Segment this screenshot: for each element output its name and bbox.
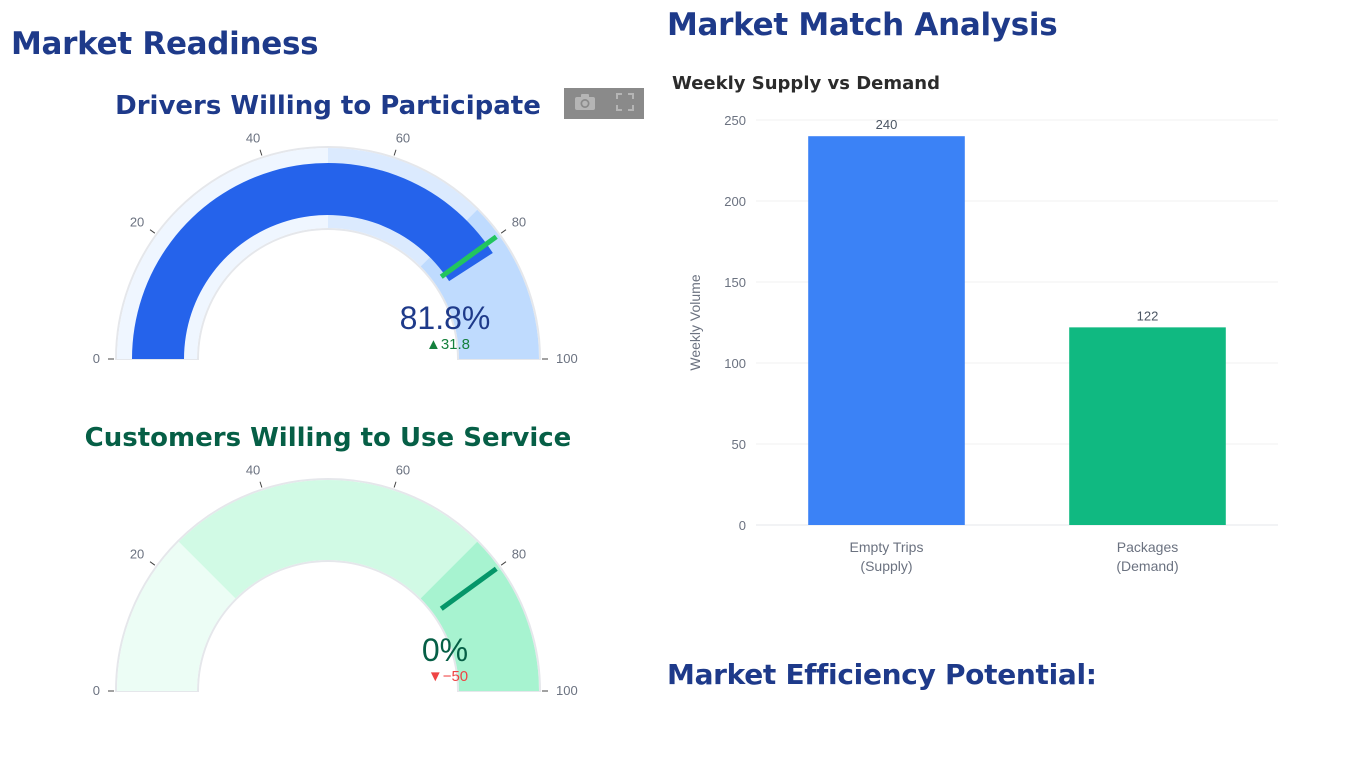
bar-chart: 0 50 100 150 200 250 Weekly Volume 240 Empty Tri…: [687, 113, 1278, 574]
gauge-title: Drivers Willing to Participate: [115, 91, 541, 121]
market-readiness-heading: Market Readiness: [11, 26, 319, 62]
gauge-tick: [149, 229, 156, 234]
gauge-tick-label: 20: [130, 215, 144, 230]
gauge-tick-label: 40: [246, 462, 260, 477]
gauge-delta: ▼−50: [428, 668, 468, 685]
gauge-tick: [500, 229, 507, 234]
gauge-tick-label: 100: [556, 683, 578, 698]
gauge-tick-label: 20: [130, 547, 144, 562]
gauge-svg: 0 20 40 60 80 100 81.8%▲31.8: [93, 130, 578, 366]
y-tick-label: 200: [724, 194, 746, 209]
gauge-tick: [149, 561, 156, 566]
bar: [1069, 327, 1226, 525]
y-tick-label: 0: [739, 518, 746, 533]
x-tick-label: (Supply): [860, 558, 912, 574]
y-tick-label: 100: [724, 356, 746, 371]
market-match-heading: Market Match Analysis: [667, 7, 1058, 43]
x-tick-label: Empty Trips: [850, 539, 924, 555]
gauge-tick: [259, 149, 263, 156]
gauge-tick: [393, 149, 397, 156]
gauge-tick-label: 40: [246, 130, 260, 145]
y-axis-label: Weekly Volume: [687, 274, 703, 370]
gauge-tick: [393, 481, 397, 488]
y-tick-label: 50: [732, 437, 746, 452]
chart-title: Weekly Supply vs Demand: [672, 73, 940, 94]
gauge-number: 81.8%: [400, 300, 491, 336]
gauge-title: Customers Willing to Use Service: [84, 423, 572, 453]
gauge-tick-label: 0: [93, 351, 100, 366]
gauge-tick: [500, 561, 507, 566]
gauge-tick-label: 100: [556, 351, 578, 366]
gauge-tick-label: 60: [396, 130, 410, 145]
fullscreen-icon[interactable]: [616, 92, 634, 115]
market-efficiency-heading: Market Efficiency Potential:: [667, 658, 1097, 691]
x-tick-label: Packages: [1117, 539, 1178, 555]
y-tick-label: 250: [724, 113, 746, 128]
gauge-tick-label: 60: [396, 462, 410, 477]
gauge-step: [178, 480, 478, 599]
gauge-tick-label: 80: [512, 215, 526, 230]
gauge-tick: [259, 481, 263, 488]
gauge-number: 0%: [422, 632, 468, 668]
data-label: 122: [1137, 308, 1159, 323]
gauge-tick-label: 0: [93, 683, 100, 698]
x-tick-label: (Demand): [1116, 558, 1178, 574]
y-tick-label: 150: [724, 275, 746, 290]
gauge-tick-label: 80: [512, 547, 526, 562]
gauge-svg: 0 20 40 60 80 100 0%▼−50: [93, 462, 578, 698]
data-label: 240: [876, 117, 898, 132]
bar: [808, 136, 965, 525]
gauge-delta: ▲31.8: [426, 336, 470, 353]
